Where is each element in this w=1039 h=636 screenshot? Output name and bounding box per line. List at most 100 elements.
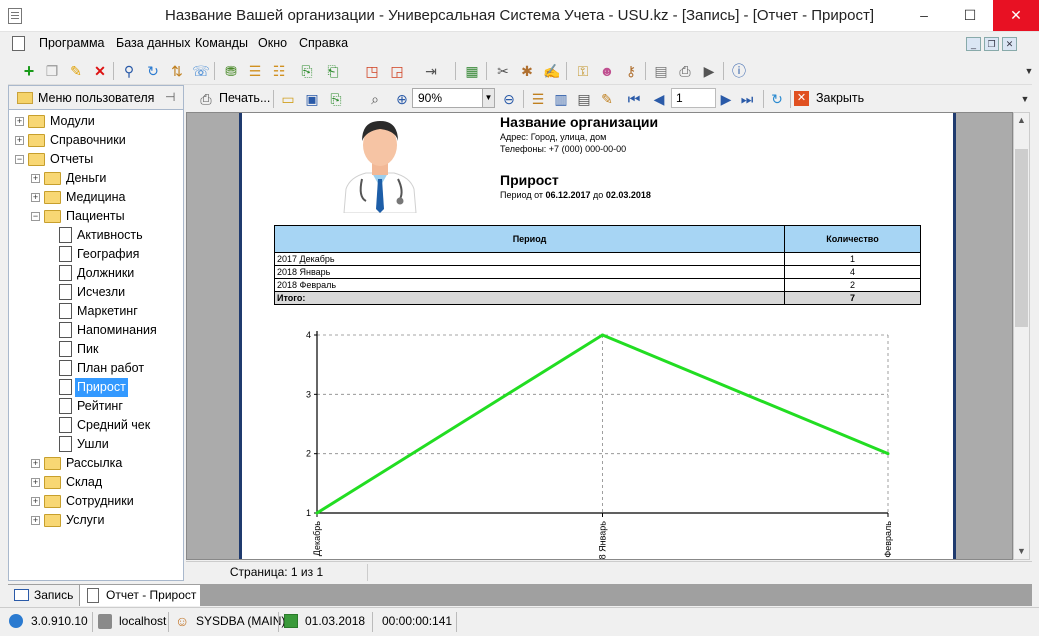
minimize-button[interactable]: –: [901, 0, 947, 31]
expand-icon[interactable]: +: [15, 136, 24, 145]
first-page-icon[interactable]: ⏮: [625, 90, 643, 108]
scroll-down-icon[interactable]: ▼: [1017, 546, 1026, 556]
expand-icon[interactable]: +: [15, 117, 24, 126]
next-page-icon[interactable]: ▶: [717, 90, 735, 108]
tree-item[interactable]: Активность: [9, 226, 183, 245]
tree-item[interactable]: Рейтинг: [9, 397, 183, 416]
tree-item[interactable]: Маркетинг: [9, 302, 183, 321]
tree-icon[interactable]: ☷: [270, 62, 288, 80]
maximize-button[interactable]: ☐: [947, 0, 993, 31]
tree-item[interactable]: Должники: [9, 264, 183, 283]
search-icon[interactable]: ⚲: [120, 62, 138, 80]
mdi-restore-icon[interactable]: ❐: [984, 37, 999, 51]
tree-item[interactable]: Средний чек: [9, 416, 183, 435]
menu-window[interactable]: Окно: [258, 36, 287, 50]
tree-item[interactable]: Исчезли: [9, 283, 183, 302]
info-icon[interactable]: ⓘ: [730, 62, 748, 80]
export-icon[interactable]: ⎘: [298, 62, 316, 80]
menu-help[interactable]: Справка: [299, 36, 348, 50]
mdi-minimize-icon[interactable]: _: [966, 37, 981, 51]
scroll-thumb[interactable]: [1015, 149, 1028, 327]
tab-record[interactable]: Запись: [8, 585, 79, 606]
close-report-icon[interactable]: ✕: [794, 91, 809, 106]
last-page-icon[interactable]: ⏭: [738, 90, 756, 108]
play-icon[interactable]: ▶: [700, 62, 718, 80]
expand-icon[interactable]: +: [31, 193, 40, 202]
outline-icon[interactable]: ☰: [529, 90, 547, 108]
delete-icon[interactable]: ✕: [91, 62, 109, 80]
prev-page-icon[interactable]: ◀: [650, 90, 668, 108]
expand-icon[interactable]: +: [31, 497, 40, 506]
tree-item[interactable]: + Справочники: [9, 131, 183, 150]
menu-commands[interactable]: Команды: [195, 36, 248, 50]
page-layout-icon[interactable]: ▥: [552, 90, 570, 108]
tree-item[interactable]: План работ: [9, 359, 183, 378]
import-icon[interactable]: ⎗: [324, 62, 342, 80]
collapse-icon[interactable]: −: [31, 212, 40, 221]
expand-icon[interactable]: +: [31, 478, 40, 487]
chevron-down-icon[interactable]: ▼: [1020, 62, 1038, 80]
sort-icon[interactable]: ⇅: [168, 62, 186, 80]
settings-icon[interactable]: ✱: [518, 62, 536, 80]
lock-icon[interactable]: ⚿: [574, 62, 592, 80]
close-report-button[interactable]: Закрыть: [816, 91, 864, 105]
tree-item[interactable]: + Рассылка: [9, 454, 183, 473]
tree-item[interactable]: + Деньги: [9, 169, 183, 188]
refresh-icon[interactable]: ↻: [768, 90, 786, 108]
tree-item[interactable]: − Пациенты: [9, 207, 183, 226]
page-setup-icon[interactable]: ▤: [575, 90, 593, 108]
tree-item[interactable]: Прирост: [9, 378, 183, 397]
open-icon[interactable]: ▭: [279, 90, 297, 108]
page-number-input[interactable]: 1: [671, 88, 716, 108]
close-window-button[interactable]: ✕: [993, 0, 1039, 31]
save-icon[interactable]: ▣: [303, 90, 321, 108]
print-button[interactable]: Печать...: [219, 91, 270, 105]
expand-icon[interactable]: +: [31, 516, 40, 525]
tree-item[interactable]: Напоминания: [9, 321, 183, 340]
new-window-icon[interactable]: ◳: [363, 62, 381, 80]
comment-icon[interactable]: ☏: [192, 62, 210, 80]
print-icon[interactable]: ⎙: [197, 90, 215, 108]
tree-item[interactable]: + Услуги: [9, 511, 183, 530]
tree-item[interactable]: + Сотрудники: [9, 492, 183, 511]
tab-report[interactable]: Отчет - Прирост: [80, 585, 200, 606]
users-icon[interactable]: ☻: [598, 62, 616, 80]
chevron-down-icon[interactable]: ▼: [482, 89, 494, 107]
refresh-icon[interactable]: ↻: [144, 62, 162, 80]
tree-item[interactable]: Ушли: [9, 435, 183, 454]
note-icon[interactable]: ✍: [543, 62, 561, 80]
scroll-up-icon[interactable]: ▲: [1017, 115, 1026, 125]
add-icon[interactable]: +: [20, 62, 38, 80]
export-icon[interactable]: ⎘: [327, 90, 345, 108]
exit-icon[interactable]: ⇥: [422, 62, 440, 80]
edit-icon[interactable]: ✎: [67, 62, 85, 80]
group-icon[interactable]: ☰: [246, 62, 264, 80]
expand-icon[interactable]: +: [31, 174, 40, 183]
mdi-close-icon[interactable]: ✕: [1002, 37, 1017, 51]
zoom-select[interactable]: 90% ▼: [412, 88, 495, 108]
vertical-scrollbar[interactable]: ▲ ▼: [1013, 112, 1030, 560]
calendar-icon[interactable]: ▦: [463, 62, 481, 80]
tree-item[interactable]: − Отчеты: [9, 150, 183, 169]
tree-item[interactable]: Пик: [9, 340, 183, 359]
filter-icon[interactable]: ⛃: [222, 62, 240, 80]
zoom-in-icon[interactable]: ⊕: [393, 90, 411, 108]
edit-report-icon[interactable]: ✎: [598, 90, 616, 108]
tree-item[interactable]: + Склад: [9, 473, 183, 492]
tree-item[interactable]: + Модули: [9, 112, 183, 131]
tools-icon[interactable]: ✂: [494, 62, 512, 80]
table-icon[interactable]: ▤: [652, 62, 670, 80]
preview-icon[interactable]: ⌕: [366, 90, 384, 108]
open-window-icon[interactable]: ◲: [388, 62, 406, 80]
pin-icon[interactable]: ⊣: [165, 90, 175, 104]
key-icon[interactable]: ⚷: [622, 62, 640, 80]
collapse-icon[interactable]: −: [15, 155, 24, 164]
print-icon[interactable]: ⎙: [676, 62, 694, 80]
menu-database[interactable]: База данных: [116, 36, 190, 50]
zoom-out-icon[interactable]: ⊖: [500, 90, 518, 108]
tree-item[interactable]: + Медицина: [9, 188, 183, 207]
copy-icon[interactable]: ❐: [43, 62, 61, 80]
chevron-down-icon[interactable]: ▼: [1016, 90, 1034, 108]
expand-icon[interactable]: +: [31, 459, 40, 468]
tree-item[interactable]: География: [9, 245, 183, 264]
